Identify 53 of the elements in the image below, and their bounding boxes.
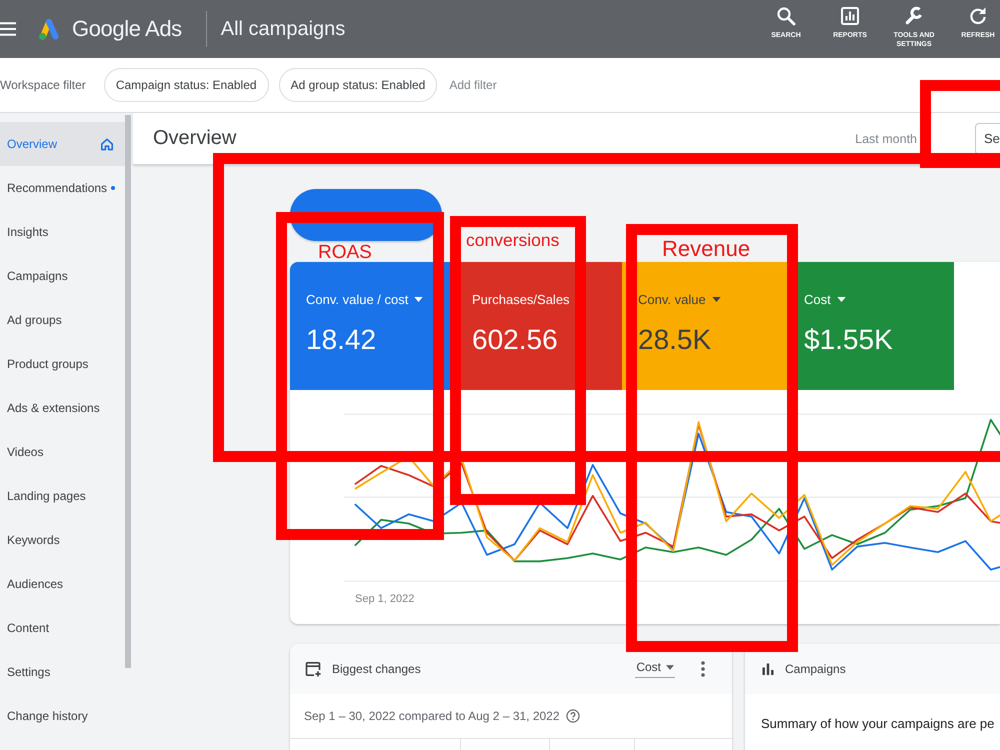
metric-dropdown[interactable]: Conv. value: [638, 292, 721, 307]
page-title: All campaigns: [220, 18, 346, 40]
date-range-button[interactable]: Se: [975, 122, 1000, 154]
sidebar-item[interactable]: Audiences: [0, 562, 125, 606]
metric-dropdown[interactable]: Conv. value / cost: [306, 292, 424, 307]
sidebar-item[interactable]: Keywords: [0, 518, 125, 562]
caret-icon: [666, 664, 674, 670]
sidebar-item[interactable]: Insights: [0, 210, 125, 254]
add-filter-link[interactable]: Add filter: [447, 78, 499, 92]
window-plus-icon: [305, 661, 321, 677]
metric-dropdown[interactable]: Cost: [804, 292, 846, 307]
sidebar-item[interactable]: Landing pages: [0, 474, 125, 518]
annotation-label: conversions: [466, 232, 560, 250]
report-icon: [840, 6, 860, 26]
sidebar-item[interactable]: Settings: [0, 650, 125, 694]
sidebar-item[interactable]: Recommendations: [0, 166, 125, 210]
metric-value: $1.55K: [804, 324, 893, 356]
axis-label: Sep 1, 2022: [355, 593, 414, 605]
metric-value: 28.5K: [638, 324, 712, 356]
sidebar-item[interactable]: Content: [0, 606, 125, 650]
menu-icon[interactable]: [0, 22, 16, 36]
metric-dropdown[interactable]: Purchases/Sales: [472, 292, 570, 307]
filter-chip[interactable]: Campaign status: Enabled: [104, 68, 269, 102]
sidebar-item[interactable]: Ad groups: [0, 298, 125, 342]
sidebar-item[interactable]: Product groups: [0, 342, 125, 386]
summary-text: Summary of how your campaigns are pe: [761, 716, 994, 731]
sidebar-item[interactable]: Change history: [0, 694, 125, 738]
home-icon: [100, 137, 114, 151]
annotation-label: Revenue: [662, 238, 750, 260]
metric-value: 18.42: [306, 324, 376, 356]
filter-label: Workspace filter: [0, 78, 86, 92]
sidebar-item[interactable]: Videos: [0, 430, 125, 474]
refresh-icon: [968, 6, 988, 26]
card-title: Campaigns: [785, 662, 846, 676]
filter-chip[interactable]: Ad group status: Enabled: [278, 68, 438, 102]
metric-value: 602.56: [472, 324, 558, 356]
sidebar-item[interactable]: Campaigns: [0, 254, 125, 298]
bar-chart-icon: [762, 663, 774, 675]
sidebar-item[interactable]: Ads & extensions: [0, 386, 125, 430]
help-icon[interactable]: [566, 709, 580, 723]
wrench-icon: [904, 6, 924, 26]
search-icon: [776, 6, 796, 26]
card-title: Biggest changes: [332, 662, 421, 676]
sidebar-item[interactable]: Overview: [0, 122, 125, 166]
product-name: Google Ads: [72, 16, 182, 42]
annotation-label: ROAS: [318, 243, 372, 262]
more-icon[interactable]: [701, 661, 705, 677]
metric-select[interactable]: Cost: [635, 660, 675, 678]
scrollbar[interactable]: [125, 115, 131, 668]
date-preset-label: Last month: [855, 132, 917, 146]
comparison-period: Sep 1 – 30, 2022 compared to Aug 2 – 31, 2022: [304, 709, 560, 723]
metric-tile[interactable]: Conv. value 28.5K: [622, 262, 788, 390]
section-title: Overview: [153, 127, 236, 150]
